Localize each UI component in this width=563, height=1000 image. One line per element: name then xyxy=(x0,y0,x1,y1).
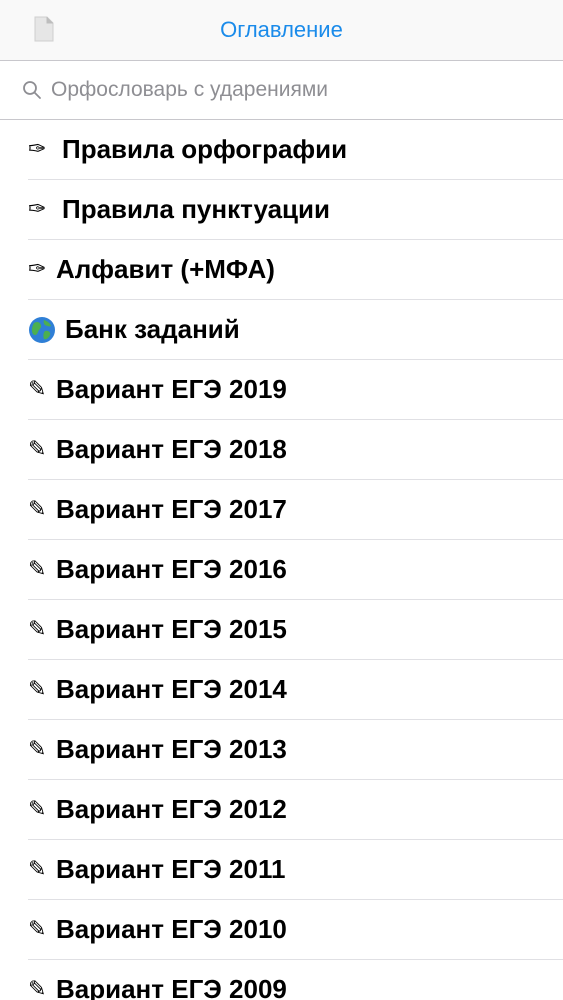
pen-nib-icon: ✑ xyxy=(28,257,47,282)
toc-item-variant-2015[interactable]: ✎ Вариант ЕГЭ 2015 xyxy=(28,600,563,660)
toc-item-label: Алфавит (+МФА) xyxy=(56,254,275,284)
navigation-bar: Оглавление xyxy=(0,0,563,61)
toc-item-label: Вариант ЕГЭ 2015 xyxy=(56,614,287,644)
toc-item-variant-2019[interactable]: ✎ Вариант ЕГЭ 2019 xyxy=(28,360,563,420)
search-bar[interactable] xyxy=(0,61,563,120)
toc-item-alphabet[interactable]: ✑ Алфавит (+МФА) xyxy=(28,240,563,300)
toc-item-variant-2017[interactable]: ✎ Вариант ЕГЭ 2017 xyxy=(28,480,563,540)
toc-item-variant-2011[interactable]: ✎ Вариант ЕГЭ 2011 xyxy=(28,840,563,900)
pencil-icon: ✎ xyxy=(28,917,47,942)
pencil-icon: ✎ xyxy=(28,557,47,582)
pencil-icon: ✎ xyxy=(28,677,47,702)
toc-item-label: Правила орфографии xyxy=(62,134,348,164)
table-of-contents: ✑ Правила орфографии ✑ Правила пунктуаци… xyxy=(0,120,563,1000)
pen-nib-icon: ✑ xyxy=(28,197,47,222)
pencil-icon: ✎ xyxy=(28,977,47,1000)
toc-item-variant-2014[interactable]: ✎ Вариант ЕГЭ 2014 xyxy=(28,660,563,720)
toc-item-label: Вариант ЕГЭ 2014 xyxy=(56,674,287,704)
toc-item-label: Вариант ЕГЭ 2011 xyxy=(56,854,286,884)
toc-item-label: Банк заданий xyxy=(65,314,240,344)
toc-item-label: Вариант ЕГЭ 2018 xyxy=(56,434,287,464)
toc-item-variant-2012[interactable]: ✎ Вариант ЕГЭ 2012 xyxy=(28,780,563,840)
pencil-icon: ✎ xyxy=(28,857,47,882)
pencil-icon: ✎ xyxy=(28,497,47,522)
globe-icon xyxy=(29,316,55,343)
pencil-icon: ✎ xyxy=(28,437,47,462)
pencil-icon: ✎ xyxy=(28,377,47,402)
page-title: Оглавление xyxy=(220,17,343,42)
toc-item-variant-2010[interactable]: ✎ Вариант ЕГЭ 2010 xyxy=(28,900,563,960)
toc-item-variant-2009[interactable]: ✎ Вариант ЕГЭ 2009 xyxy=(28,960,563,1000)
toc-item-variant-2016[interactable]: ✎ Вариант ЕГЭ 2016 xyxy=(28,540,563,600)
search-icon xyxy=(23,81,41,99)
document-icon[interactable] xyxy=(34,16,54,42)
toc-item-label: Вариант ЕГЭ 2010 xyxy=(56,914,287,944)
pen-nib-icon: ✑ xyxy=(28,137,47,162)
pencil-icon: ✎ xyxy=(28,737,47,762)
toc-item-label: Вариант ЕГЭ 2016 xyxy=(56,554,287,584)
toc-item-label: Вариант ЕГЭ 2017 xyxy=(56,494,287,524)
search-input[interactable] xyxy=(51,78,521,102)
toc-item-task-bank[interactable]: Банк заданий xyxy=(28,300,563,360)
toc-item-label: Правила пунктуации xyxy=(62,194,330,224)
toc-item-punctuation-rules[interactable]: ✑ Правила пунктуации xyxy=(28,180,563,240)
pencil-icon: ✎ xyxy=(28,797,47,822)
toc-item-spelling-rules[interactable]: ✑ Правила орфографии xyxy=(28,120,563,180)
toc-item-label: Вариант ЕГЭ 2012 xyxy=(56,794,287,824)
toc-item-label: Вариант ЕГЭ 2013 xyxy=(56,734,287,764)
toc-item-variant-2018[interactable]: ✎ Вариант ЕГЭ 2018 xyxy=(28,420,563,480)
toc-item-label: Вариант ЕГЭ 2019 xyxy=(56,374,287,404)
pencil-icon: ✎ xyxy=(28,617,47,642)
toc-item-label: Вариант ЕГЭ 2009 xyxy=(56,974,287,1000)
toc-item-variant-2013[interactable]: ✎ Вариант ЕГЭ 2013 xyxy=(28,720,563,780)
